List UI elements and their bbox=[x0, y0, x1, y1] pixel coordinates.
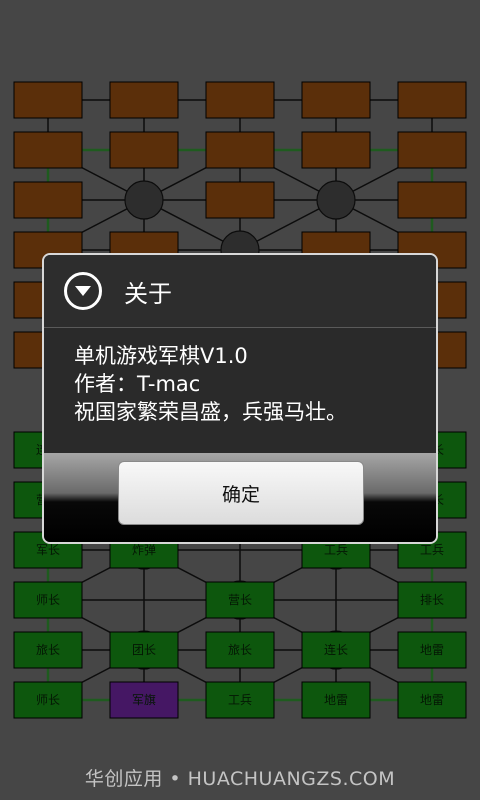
about-dialog: 关于 单机游戏军棋V1.0 作者：T-mac 祝国家繁荣昌盛，兵强马壮。 确定 bbox=[42, 253, 438, 544]
dialog-line-greeting: 祝国家繁荣昌盛，兵强马壮。 bbox=[74, 400, 347, 424]
ok-button[interactable]: 确定 bbox=[118, 461, 364, 525]
watermark: 华创应用 • HUACHUANGZS.COM bbox=[84, 768, 396, 790]
dialog-title: 关于 bbox=[124, 279, 172, 308]
dialog-message: 单机游戏军棋V1.0 作者：T-mac 祝国家繁荣昌盛，兵强马壮。 bbox=[44, 328, 436, 460]
chevron-down-circle-icon bbox=[64, 272, 102, 310]
dialog-button-bar: 确定 bbox=[44, 453, 436, 542]
dialog-line-version: 单机游戏军棋V1.0 bbox=[74, 344, 248, 368]
dialog-line-author: 作者：T-mac bbox=[74, 372, 201, 396]
dialog-header: 关于 bbox=[44, 255, 436, 328]
